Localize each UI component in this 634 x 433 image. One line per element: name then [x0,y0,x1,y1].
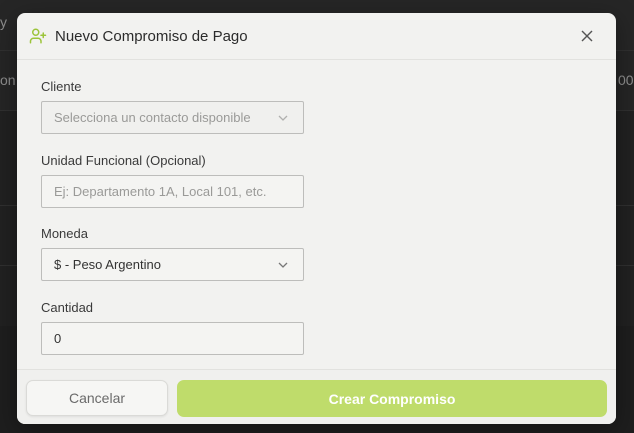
modal-footer: Cancelar Crear Compromiso [17,369,616,424]
moneda-select[interactable]: $ - Peso Argentino [41,248,304,281]
cliente-placeholder: Selecciona un contacto disponible [54,110,251,125]
moneda-value: $ - Peso Argentino [54,257,161,272]
cancel-button[interactable]: Cancelar [26,380,168,416]
cantidad-field: Cantidad 0 [41,300,304,355]
unidad-input[interactable]: Ej: Departamento 1A, Local 101, etc. [41,175,304,208]
unidad-placeholder: Ej: Departamento 1A, Local 101, etc. [54,184,267,199]
cliente-label: Cliente [41,79,82,94]
moneda-label: Moneda [41,226,88,241]
modal-title: Nuevo Compromiso de Pago [55,27,248,45]
modal-header: Nuevo Compromiso de Pago [17,13,616,60]
create-commitment-button[interactable]: Crear Compromiso [177,380,607,417]
moneda-field: Moneda $ - Peso Argentino [41,226,304,281]
close-button[interactable] [576,25,598,47]
chevron-down-icon [277,259,289,271]
cantidad-input[interactable]: 0 [41,322,304,355]
close-icon [581,30,593,42]
chevron-down-icon [277,112,289,124]
unidad-field: Unidad Funcional (Opcional) Ej: Departam… [41,153,304,208]
cliente-select[interactable]: Selecciona un contacto disponible [41,101,304,134]
payment-commitment-modal: Nuevo Compromiso de Pago Cliente Selecci… [17,13,616,424]
cliente-field: Cliente Selecciona un contacto disponibl… [41,79,304,134]
user-plus-icon [29,27,47,45]
cantidad-label: Cantidad [41,300,94,315]
unidad-label: Unidad Funcional (Opcional) [41,153,206,168]
cantidad-value: 0 [54,331,62,346]
